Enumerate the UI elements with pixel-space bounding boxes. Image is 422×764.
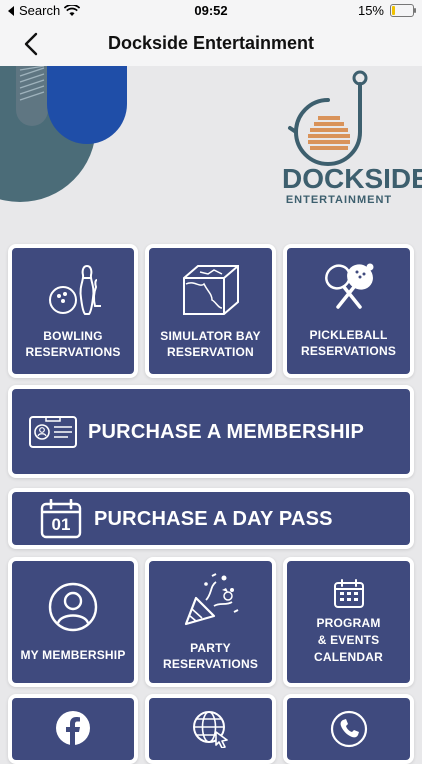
- page-title: Dockside Entertainment: [107, 33, 315, 53]
- calendar-label: PROGRAM & EVENTS CALENDAR: [314, 615, 383, 664]
- phone-button[interactable]: [283, 694, 414, 764]
- bowling-reservations-button[interactable]: BOWLING RESERVATIONS: [8, 244, 138, 378]
- day-pass-label: PURCHASE A DAY PASS: [94, 507, 333, 530]
- facebook-button[interactable]: [8, 694, 138, 764]
- simulator-bay-button[interactable]: SIMULATOR BAY RESERVATION: [145, 244, 276, 378]
- status-bar: Search 09:52 15%: [0, 0, 422, 22]
- my-membership-label: MY MEMBERSHIP: [20, 648, 126, 662]
- logo-line1: DOCKSIDE: [282, 163, 422, 194]
- calendar-date: 01: [51, 514, 71, 534]
- simulator-icon: [182, 265, 239, 315]
- status-right: 15%: [357, 3, 416, 18]
- simulator-label: SIMULATOR BAY RESERVATION: [160, 329, 261, 359]
- battery-percent: 15%: [357, 3, 384, 18]
- id-card-icon: [29, 415, 77, 448]
- purchase-day-pass-button[interactable]: 01 PURCHASE A DAY PASS: [8, 488, 414, 549]
- purchase-membership-button[interactable]: PURCHASE A MEMBERSHIP: [8, 385, 414, 478]
- bowling-label: BOWLING RESERVATIONS: [25, 329, 121, 359]
- membership-label: PURCHASE A MEMBERSHIP: [88, 420, 365, 443]
- person-icon: [48, 582, 98, 632]
- party-label: PARTY RESERVATIONS: [162, 641, 259, 671]
- pickleball-reservations-button[interactable]: PICKLEBALL RESERVATIONS: [283, 244, 414, 378]
- logo-line2: ENTERTAINMENT: [285, 194, 393, 206]
- navigation-bar: Dockside Entertainment: [0, 22, 422, 67]
- party-popper-icon: [184, 573, 238, 626]
- logo-wordmark: DOCKSIDE ENTERTAINMENT: [282, 163, 422, 207]
- pickleball-icon: [324, 263, 373, 309]
- hero-banner: DOCKSIDE ENTERTAINMENT: [0, 66, 422, 240]
- phone-icon: [330, 710, 367, 748]
- website-button[interactable]: [145, 694, 276, 764]
- globe-icon: [192, 711, 228, 748]
- events-calendar-icon: [333, 578, 364, 608]
- pickleball-label: PICKLEBALL RESERVATIONS: [300, 328, 397, 358]
- calendar-date-icon: 01: [40, 498, 82, 539]
- my-membership-button[interactable]: MY MEMBERSHIP: [8, 557, 138, 687]
- facebook-icon: [56, 711, 90, 745]
- bowling-icon: [49, 264, 101, 315]
- battery-icon: [390, 4, 416, 17]
- party-reservations-button[interactable]: PARTY RESERVATIONS: [145, 557, 276, 687]
- program-events-calendar-button[interactable]: PROGRAM & EVENTS CALENDAR: [283, 557, 414, 687]
